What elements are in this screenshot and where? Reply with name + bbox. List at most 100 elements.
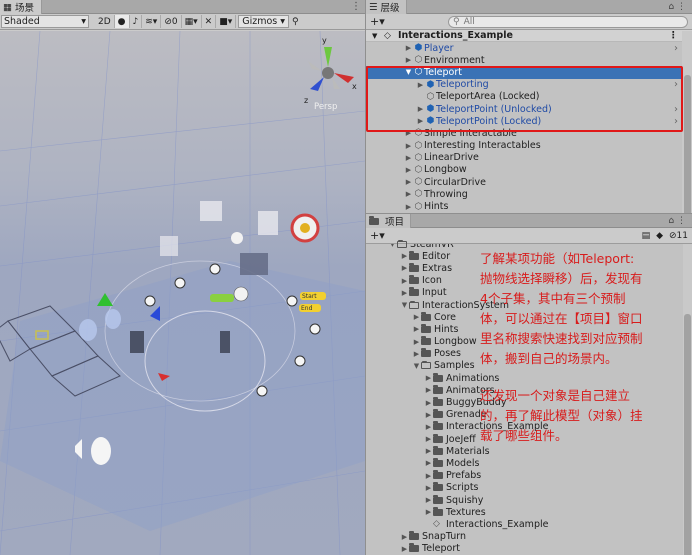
expand-arrow-icon[interactable]: ▶ <box>404 142 413 150</box>
expand-arrow-icon[interactable]: ▶ <box>412 325 421 333</box>
hierarchy-search-input[interactable]: ⚲ All <box>448 15 688 28</box>
create-button[interactable]: +▾ <box>366 229 388 242</box>
expand-arrow-icon[interactable]: ▶ <box>424 374 433 382</box>
lighting-toggle[interactable]: ● <box>114 15 130 28</box>
expand-arrow-icon[interactable]: ▼ <box>412 362 421 370</box>
list-item[interactable]: ▶ Materials <box>366 445 692 457</box>
expand-arrow-icon[interactable]: ▶ <box>412 338 421 346</box>
tab-scene[interactable]: ▦ 场景 <box>0 0 42 14</box>
expand-arrow-icon[interactable]: ▶ <box>424 484 433 492</box>
scene-header[interactable]: ▼ ◇ Interactions_Example ⋮ <box>366 30 692 42</box>
expand-arrow-icon[interactable]: ▶ <box>400 252 409 260</box>
expand-arrow-icon[interactable]: ▶ <box>400 545 409 553</box>
expand-arrow-icon[interactable]: ▶ <box>424 386 433 394</box>
orientation-gizmo[interactable]: y x z <box>304 36 357 105</box>
expand-arrow-icon[interactable]: ▶ <box>404 166 413 174</box>
expand-arrow-icon[interactable]: ▶ <box>404 44 413 52</box>
expand-arrow-icon[interactable]: ▶ <box>400 277 409 285</box>
expand-arrow-icon[interactable]: ▶ <box>412 313 421 321</box>
gameobject-cube-icon: ⬡ <box>414 177 423 188</box>
hierarchy-scrollbar[interactable] <box>682 31 692 213</box>
grid-toggle[interactable]: ▦▾ <box>182 15 202 28</box>
effects-toggle[interactable]: ≋▾ <box>142 15 162 28</box>
effects-icon: ≋▾ <box>145 16 158 27</box>
expand-arrow-icon[interactable]: ▶ <box>412 350 421 358</box>
lock-icon[interactable]: ⌂ ⋮ <box>668 214 686 228</box>
chevron-right-icon[interactable]: › <box>674 43 678 54</box>
scene-tabbar: ▦ 场景 ⋮ <box>0 0 365 14</box>
list-item[interactable]: ▶ Textures <box>366 506 692 518</box>
gizmos-dropdown[interactable]: Gizmos ▾ <box>238 15 290 28</box>
camera-toggle[interactable]: ■▾ <box>216 15 237 28</box>
tag-icon[interactable]: ◆ <box>656 231 663 241</box>
expand-arrow-icon[interactable]: ▶ <box>424 459 433 467</box>
filter-type-icon[interactable]: ▤ <box>642 231 651 241</box>
list-item[interactable]: ▶ ⬡ Interesting Interactables <box>366 140 692 152</box>
expand-arrow-icon[interactable]: ▶ <box>424 496 433 504</box>
list-item[interactable]: ▶ SnapTurn <box>366 531 692 543</box>
scene-viewport[interactable]: Start End y x z Persp <box>0 31 365 555</box>
expand-arrow-icon[interactable]: ▶ <box>424 423 433 431</box>
floor-area <box>0 261 365 531</box>
folder-icon <box>409 287 419 297</box>
scene-toolbar: Shaded ▾ 2D ● ♪ ≋▾ ⊘ 0 ▦▾ ✕ ■▾ Gizmos ▾ ⚲ <box>0 14 365 30</box>
expand-arrow-icon[interactable]: ▶ <box>424 399 433 407</box>
expand-arrow-icon[interactable]: ▶ <box>404 56 413 64</box>
list-item[interactable]: ◇ Interactions_Example <box>366 518 692 530</box>
list-item[interactable]: ▶ ⬢ Player › <box>366 42 692 54</box>
project-scrollbar[interactable] <box>683 244 692 555</box>
start-label: Start <box>302 293 317 300</box>
expand-arrow-icon[interactable]: ▶ <box>424 411 433 419</box>
list-item[interactable]: ▶ ⬡ Environment <box>366 54 692 66</box>
scene-name: Interactions_Example <box>398 30 513 41</box>
expand-arrow-icon[interactable]: ▶ <box>400 264 409 272</box>
tools-toggle[interactable]: ✕ <box>202 15 217 28</box>
create-button[interactable]: +▾ <box>366 15 388 28</box>
tab-hierarchy[interactable]: ☰ 层级 <box>366 0 407 14</box>
folder-icon <box>409 262 419 272</box>
folder-icon <box>421 348 431 358</box>
expand-arrow-icon[interactable]: ▼ <box>400 301 409 309</box>
list-item[interactable]: ▶ Animations <box>366 372 692 384</box>
scrollbar-thumb[interactable] <box>684 314 691 555</box>
tab-project[interactable]: 项目 <box>366 214 412 228</box>
expand-arrow-icon[interactable]: ▶ <box>400 533 409 541</box>
search-icon: ⚲ <box>453 16 460 27</box>
list-item[interactable]: ▶ Squishy <box>366 494 692 506</box>
2d-toggle[interactable]: 2D <box>95 15 115 28</box>
scene-search-button[interactable]: ⚲ <box>289 15 302 28</box>
list-item[interactable]: ▶ Scripts <box>366 482 692 494</box>
persp-label[interactable]: Persp <box>314 102 337 112</box>
expand-arrow-icon[interactable]: ▶ <box>400 289 409 297</box>
eye-slash-icon[interactable]: ⊘11 <box>669 231 688 241</box>
list-item[interactable]: ▶ ⬡ Hints <box>366 200 692 212</box>
list-item[interactable]: ▶ Prefabs <box>366 470 692 482</box>
list-item[interactable]: ▶ ⬡ LinearDrive <box>366 152 692 164</box>
scrollbar-thumb[interactable] <box>684 75 691 213</box>
list-item[interactable]: ▶ Teleport <box>366 543 692 555</box>
visibility-toggle[interactable]: ⊘ 0 <box>161 15 182 28</box>
expand-arrow-icon[interactable]: ▶ <box>424 472 433 480</box>
svg-text:z: z <box>304 96 308 105</box>
expand-arrow-icon[interactable]: ▶ <box>404 154 413 162</box>
list-item[interactable]: ▶ Models <box>366 457 692 469</box>
audio-toggle[interactable]: ♪ <box>130 15 143 28</box>
expand-arrow-icon[interactable]: ▶ <box>404 203 413 211</box>
open-folder-icon <box>409 300 419 309</box>
expand-arrow-icon[interactable]: ▶ <box>404 178 413 186</box>
unity-scene-icon: ◇ <box>384 30 391 41</box>
list-item[interactable]: ▶ ⬡ Longbow <box>366 164 692 176</box>
more-options-icon[interactable]: ⋮ <box>351 0 361 14</box>
expand-arrow-icon[interactable]: ▶ <box>424 447 433 455</box>
list-item[interactable]: ▶ ⬡ Throwing <box>366 188 692 200</box>
expand-arrow-icon[interactable]: ▶ <box>424 435 433 443</box>
lock-icon[interactable]: ⌂ ⋮ <box>668 0 686 14</box>
prefab-cube-icon: ⬢ <box>414 43 423 54</box>
scene-panel: ▦ 场景 ⋮ Shaded ▾ 2D ● ♪ ≋▾ ⊘ 0 ▦▾ ✕ ■▾ Giz… <box>0 0 366 555</box>
scene-menu-icon[interactable]: ⋮ <box>669 30 679 41</box>
expand-arrow-icon[interactable]: ▶ <box>424 508 433 516</box>
search-icon: ⚲ <box>292 16 299 27</box>
shading-mode-dropdown[interactable]: Shaded ▾ <box>1 15 89 28</box>
list-item[interactable]: ▶ ⬡ CircularDrive <box>366 176 692 188</box>
expand-arrow-icon[interactable]: ▶ <box>404 190 413 198</box>
